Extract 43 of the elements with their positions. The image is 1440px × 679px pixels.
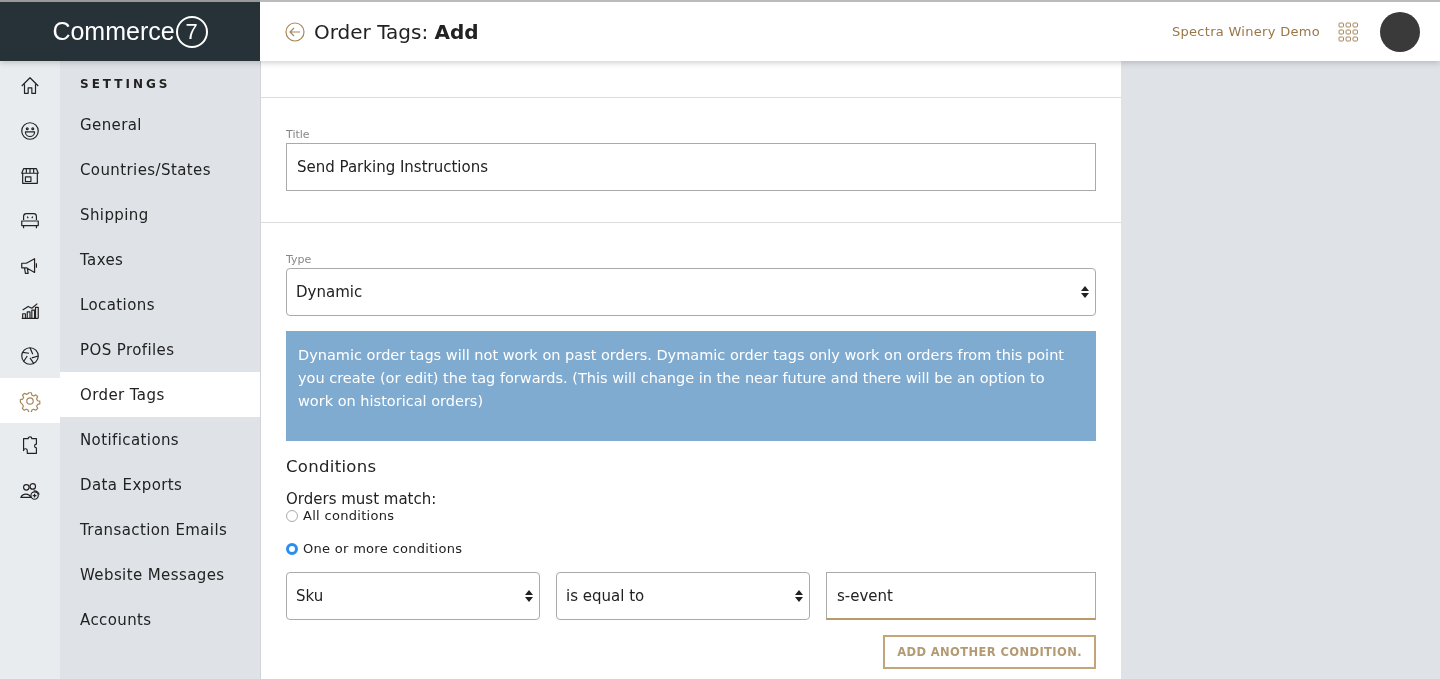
title-input-field[interactable]: Send Parking Instructions [286, 143, 1096, 191]
apps-grid-icon[interactable] [1338, 21, 1358, 42]
radio-button[interactable] [286, 509, 298, 522]
updown-icon [1081, 286, 1089, 298]
field-label: Type [286, 253, 313, 266]
sidebar-item[interactable]: Locations [60, 282, 260, 327]
sidebar-item[interactable]: Order Tags [60, 372, 260, 417]
sidebar-item[interactable]: Shipping [60, 192, 260, 237]
radio-option[interactable]: One or more conditions [286, 541, 1096, 556]
account-link[interactable]: Spectra Winery Demo [1171, 24, 1320, 39]
conditions-heading: Conditions [286, 457, 378, 476]
sidebar-item[interactable]: Data Exports [60, 462, 260, 507]
sidebar-item[interactable]: Notifications [60, 417, 260, 462]
radio-label: One or more conditions [303, 541, 463, 556]
sidebar-item[interactable]: POS Profiles [60, 327, 260, 372]
sidebar-item[interactable]: Countries/States [60, 147, 260, 192]
back-icon[interactable] [285, 21, 305, 42]
smiley-icon [19, 119, 41, 142]
type-select[interactable]: Dynamic [286, 268, 1096, 316]
sidebar-item[interactable]: Taxes [60, 237, 260, 282]
avatar[interactable] [1380, 11, 1420, 52]
sidebar-item[interactable]: Accounts [60, 597, 260, 642]
logo-mark: 7 [175, 15, 208, 48]
aperture-icon [19, 344, 41, 367]
info-message: Dynamic order tags will not work on past orders. Dymamic order tags only work on orders from this point you create (or edit) the tag forwards. (This will change in the near future and there will be an option to work on historical orders) [286, 331, 1096, 441]
sidebar-item[interactable]: General [60, 102, 260, 147]
home-icon [19, 74, 41, 97]
page-title: Order Tags: Add [314, 19, 479, 44]
sidebar-heading: SETTINGS [79, 76, 172, 93]
match-label: Orders must match: [286, 490, 438, 508]
radio-option[interactable]: All conditions [286, 508, 1096, 523]
field-select[interactable]: Sku [286, 572, 540, 620]
value-input-field[interactable]: s-event [826, 572, 1096, 620]
sidebar-item[interactable]: Website Messages [60, 552, 260, 597]
logo-text: Commerce [52, 17, 175, 46]
updown-icon [525, 590, 533, 602]
operator-select[interactable]: is equal to [556, 572, 810, 620]
field-label: Title [286, 128, 311, 141]
radio-label: All conditions [303, 508, 395, 523]
settings-icon [19, 389, 41, 412]
updown-icon [795, 590, 803, 602]
radio-button[interactable] [286, 542, 298, 555]
sidebar-item[interactable]: Transaction Emails [60, 507, 260, 552]
